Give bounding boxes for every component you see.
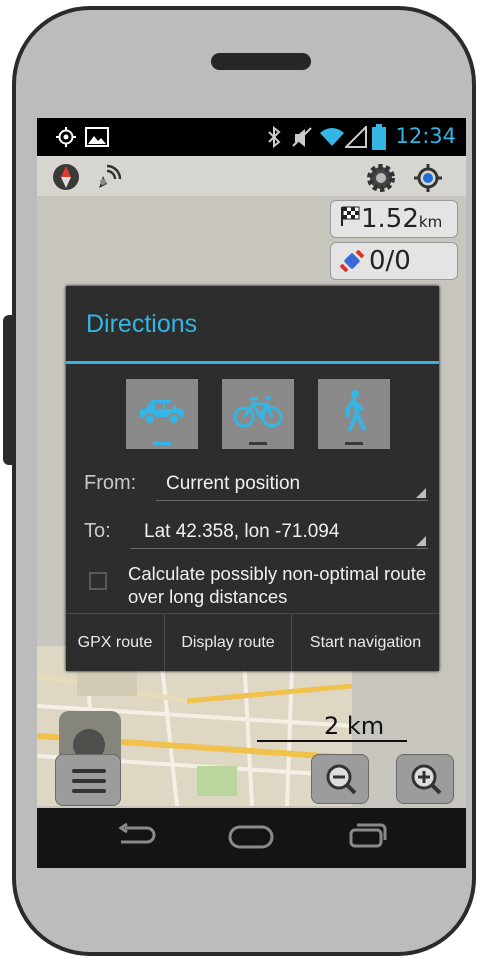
zoom-in-icon	[411, 764, 442, 795]
mode-car-button[interactable]	[126, 379, 198, 449]
to-value[interactable]: Lat 42.358, lon -71.094	[144, 521, 339, 543]
signal-icon	[345, 126, 367, 148]
display-route-button[interactable]: Display route	[165, 614, 291, 671]
finish-flag-icon	[341, 206, 360, 226]
directions-dialog: Directions From: Current position To: La…	[66, 286, 439, 671]
mode-pedestrian-button[interactable]	[318, 379, 390, 449]
scale-label: 2 km	[324, 712, 385, 740]
satellite-count: 0/0	[369, 246, 411, 276]
bluetooth-icon	[268, 126, 281, 148]
bicycle-indicator	[249, 442, 267, 445]
phone-speaker	[211, 53, 311, 70]
compass-icon[interactable]	[51, 162, 81, 192]
long-distance-label: Calculate possibly non-optimal route ove…	[128, 563, 427, 607]
scale-bar	[257, 740, 407, 742]
zoom-out-button[interactable]	[311, 754, 369, 804]
menu-button[interactable]	[55, 754, 121, 806]
zoom-out-icon	[326, 764, 357, 795]
satellite-icon	[339, 249, 365, 273]
phone-screen: 12:34 1.52km 0/0 2 km Directions From: C…	[37, 118, 466, 868]
battery-icon	[372, 124, 386, 150]
status-bar: 12:34	[37, 118, 466, 156]
to-spinner-arrow[interactable]	[416, 536, 426, 546]
gps-status-icon[interactable]	[93, 162, 123, 192]
car-icon	[140, 400, 184, 425]
distance-unit: km	[418, 213, 443, 231]
distance-value: 1.52	[361, 204, 419, 234]
back-icon[interactable]	[117, 822, 157, 850]
bicycle-icon	[233, 396, 283, 428]
title-divider	[66, 361, 439, 364]
dialog-button-bar: GPX route Display route Start navigation	[66, 613, 439, 671]
gpx-route-button[interactable]: GPX route	[66, 614, 164, 671]
long-distance-checkbox[interactable]	[89, 572, 107, 590]
menu-icon	[72, 769, 106, 793]
from-spinner-underline	[156, 500, 428, 501]
image-icon	[85, 127, 109, 147]
to-label: To:	[84, 520, 111, 542]
start-navigation-button[interactable]: Start navigation	[292, 614, 439, 671]
system-nav-bar	[37, 808, 466, 868]
distance-readout: 1.52km	[361, 204, 442, 234]
home-icon[interactable]	[227, 824, 275, 850]
from-label: From:	[84, 472, 137, 494]
pedestrian-icon	[346, 390, 366, 431]
settings-icon[interactable]	[365, 162, 397, 194]
recent-apps-icon[interactable]	[347, 820, 389, 850]
mode-bicycle-button[interactable]	[222, 379, 294, 449]
pedestrian-indicator	[345, 442, 363, 445]
status-clock: 12:34	[395, 124, 456, 148]
car-selected-indicator	[153, 442, 171, 445]
zoom-in-button[interactable]	[396, 754, 454, 804]
distance-box[interactable]: 1.52km	[330, 200, 458, 238]
mute-icon	[292, 127, 312, 147]
to-spinner-underline	[130, 548, 428, 549]
dialog-title: Directions	[86, 310, 198, 338]
gps-icon	[56, 127, 76, 147]
wifi-icon	[320, 128, 344, 146]
from-spinner-arrow[interactable]	[416, 488, 426, 498]
my-location-icon[interactable]	[412, 162, 444, 194]
from-value[interactable]: Current position	[166, 473, 300, 495]
satellite-box[interactable]: 0/0	[330, 242, 458, 280]
